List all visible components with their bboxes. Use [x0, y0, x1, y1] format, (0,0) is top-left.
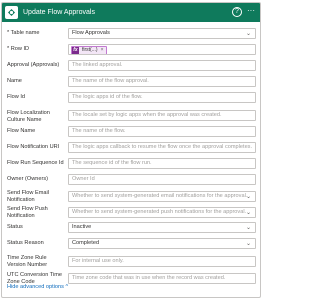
chevron-down-icon: ⌄	[245, 241, 251, 247]
field-placeholder: Whether to send system-generated email n…	[72, 193, 248, 199]
token-text: first(...)	[82, 47, 98, 53]
time-zone-rule-input[interactable]: For internal use only.	[68, 256, 256, 267]
chevron-up-icon: ^	[65, 284, 69, 290]
field-label: Time Zone Rule Version Number	[7, 255, 48, 268]
field-placeholder: The sequence id of the flow run.	[72, 160, 152, 166]
flow-id-input[interactable]: The logic apps id of the flow.	[68, 92, 256, 103]
field-label: Status Reason	[7, 240, 44, 246]
field-value: Flow Approvals	[72, 30, 110, 36]
approval-input[interactable]: The linked approval.	[68, 60, 256, 71]
name-input[interactable]: The name of the flow approval.	[68, 76, 256, 87]
more-options-icon[interactable]: ···	[247, 6, 255, 15]
field-label: Owner (Owners)	[7, 176, 49, 182]
chevron-down-icon: ⌄	[245, 225, 251, 231]
advanced-label: Hide advanced options	[7, 284, 64, 290]
chevron-down-icon: ⌄	[245, 31, 251, 37]
field-label: * Table name	[7, 30, 40, 36]
field-placeholder: Whether to send system-generated push no…	[72, 209, 247, 215]
owner-input[interactable]: Owner Id	[68, 174, 256, 185]
field-label: * Row ID	[7, 46, 30, 52]
field-placeholder: The linked approval.	[72, 62, 123, 68]
flow-notification-uri-input[interactable]: The logic apps callback to resume the fl…	[68, 142, 256, 153]
field-label: Flow Localization Culture Name	[7, 110, 50, 123]
field-placeholder: Owner Id	[72, 176, 95, 182]
action-header[interactable]: Update Flow Approvals ? ···	[2, 3, 260, 22]
hide-advanced-options-link[interactable]: Hide advanced options ^	[7, 284, 68, 290]
field-label: Send Flow Email Notification	[7, 190, 49, 203]
close-icon[interactable]: ×	[101, 46, 104, 54]
field-placeholder: The name of the flow.	[72, 128, 126, 134]
field-placeholder: The logic apps id of the flow.	[72, 94, 143, 100]
field-placeholder: The name of the flow approval.	[72, 78, 149, 84]
field-value: Inactive	[72, 224, 92, 230]
status-dropdown[interactable]: Inactive ⌄	[68, 222, 256, 233]
status-reason-dropdown[interactable]: Completed ⌄	[68, 238, 256, 249]
field-value: Completed	[72, 240, 100, 246]
fx-icon: fx	[72, 47, 79, 54]
field-label: Name	[7, 78, 22, 84]
utc-conversion-input[interactable]: Time zone code that was in use when the …	[68, 273, 256, 284]
field-label: Flow Notification URI	[7, 144, 60, 150]
field-placeholder: For internal use only.	[72, 258, 124, 264]
action-card: Update Flow Approvals ? ··· * Table name…	[1, 2, 261, 298]
field-label: Send Flow Push Notification	[7, 206, 48, 219]
field-label: Approval (Approvals)	[7, 62, 60, 68]
flow-run-sequence-id-input[interactable]: The sequence id of the flow run.	[68, 158, 256, 169]
field-label: Flow Name	[7, 128, 36, 134]
expression-token[interactable]: fx first(...) ×	[71, 46, 108, 54]
action-title: Update Flow Approvals	[23, 9, 95, 16]
row-id-input[interactable]: fx first(...) ×	[68, 44, 256, 55]
flow-name-input[interactable]: The name of the flow.	[68, 126, 256, 137]
table-name-dropdown[interactable]: Flow Approvals ⌄	[68, 28, 256, 39]
send-push-notification-dropdown[interactable]: Whether to send system-generated push no…	[68, 207, 256, 218]
dataverse-icon	[5, 6, 18, 19]
field-label: Flow Id	[7, 94, 26, 100]
chevron-down-icon: ⌄	[245, 194, 251, 200]
field-placeholder: The locale set by logic apps when the ap…	[72, 112, 222, 118]
field-placeholder: The logic apps callback to resume the fl…	[72, 144, 253, 150]
field-label: Status	[7, 224, 23, 230]
chevron-down-icon: ⌄	[245, 210, 251, 216]
field-placeholder: Time zone code that was in use when the …	[72, 275, 226, 281]
field-label: Flow Run Sequence Id	[7, 160, 64, 166]
help-icon[interactable]: ?	[232, 7, 242, 17]
send-email-notification-dropdown[interactable]: Whether to send system-generated email n…	[68, 191, 256, 202]
flow-localization-input[interactable]: The locale set by logic apps when the ap…	[68, 110, 256, 121]
